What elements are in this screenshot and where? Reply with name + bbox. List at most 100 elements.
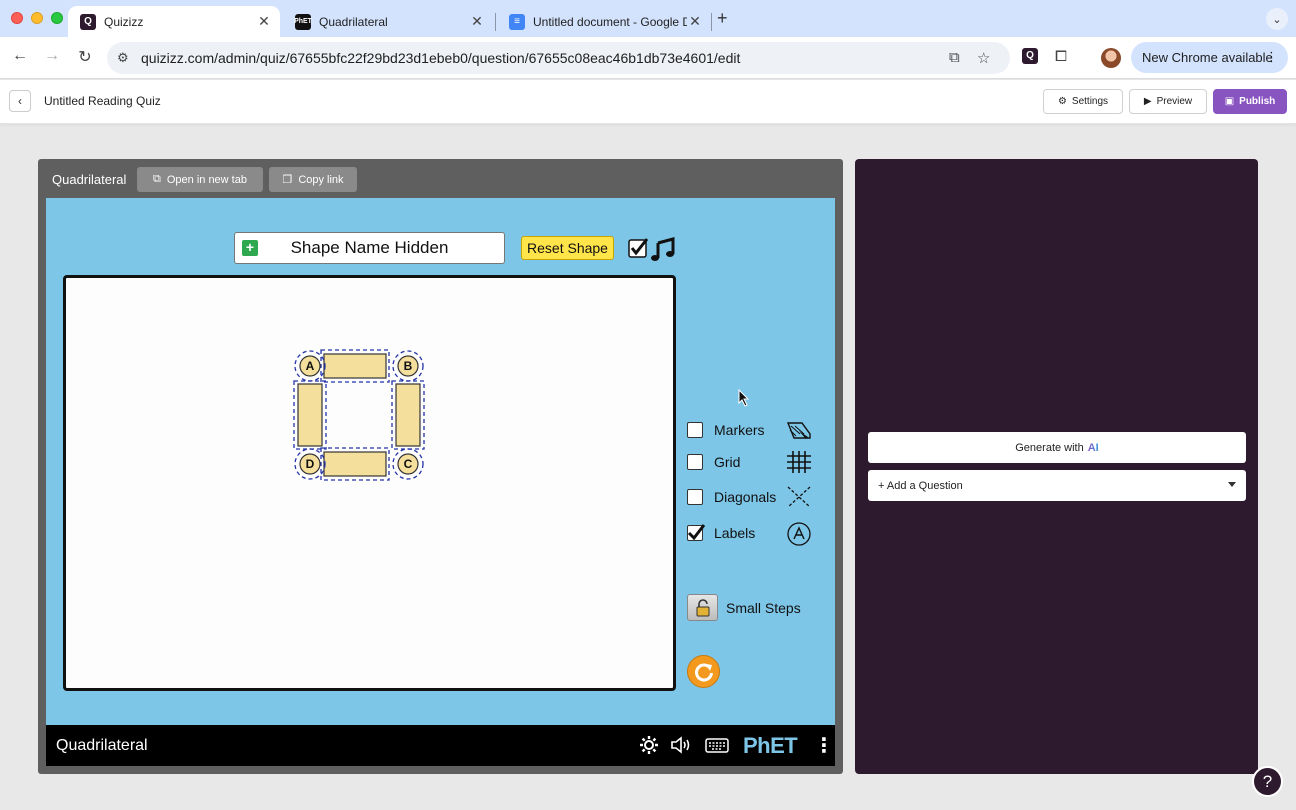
help-button[interactable]: ? — [1252, 766, 1283, 797]
close-icon[interactable]: ✕ — [256, 13, 272, 30]
phet-logo-icon: PhET — [294, 13, 312, 30]
add-question-label: + Add a Question — [878, 479, 963, 492]
new-tab-button[interactable]: + — [717, 8, 728, 29]
vertex-label-d: D — [306, 457, 315, 471]
vertex-label-c: C — [404, 457, 413, 471]
tab-separator — [711, 13, 712, 31]
vertex-d[interactable]: D — [294, 448, 326, 480]
shape-name-toggle[interactable]: + Shape Name Hidden — [234, 232, 505, 264]
tab-title: Quadrilateral — [319, 14, 388, 29]
grid-label: Grid — [714, 454, 741, 470]
phet-logo[interactable]: PhET — [743, 733, 798, 759]
labels-icon — [787, 522, 811, 546]
phet-navbar: Quadrilateral PhET ⋮ — [46, 725, 835, 766]
grid-checkbox[interactable] — [687, 454, 703, 470]
embed-title: Quadrilateral — [52, 172, 127, 187]
settings-label: Settings — [1071, 96, 1109, 107]
ai-icon: AI — [1087, 441, 1099, 454]
side-ad[interactable] — [293, 380, 327, 450]
publish-button[interactable]: ▣ Publish — [1213, 89, 1287, 114]
close-icon[interactable]: ✕ — [469, 13, 485, 30]
quadrilateral-simulation: + Shape Name Hidden Reset Shape A B C D … — [46, 198, 835, 725]
labels-checkbox[interactable] — [687, 524, 705, 541]
phet-logo-text: PhET — [743, 733, 798, 758]
site-settings-icon[interactable]: ⚙ — [117, 50, 129, 66]
close-icon[interactable]: ✕ — [687, 13, 703, 30]
settings-gear-icon[interactable] — [639, 735, 659, 755]
window-maximize-button[interactable] — [51, 12, 63, 24]
browser-tab-strip: Q Quizizz ✕ PhET Quadrilateral ✕ ≡ Untit… — [0, 0, 1296, 37]
window-close-button[interactable] — [11, 12, 23, 24]
caret-down-icon — [1228, 482, 1236, 487]
vertex-label-b: B — [404, 359, 413, 373]
extensions-puzzle-icon[interactable]: ⧠ — [1055, 48, 1067, 65]
quizizz-extension-icon[interactable]: Q — [1022, 48, 1038, 64]
settings-button[interactable]: ⚙ Settings — [1043, 89, 1123, 114]
diagonals-label: Diagonals — [714, 489, 777, 505]
tab-quadrilateral[interactable]: PhET Quadrilateral ✕ — [283, 6, 493, 37]
tab-google-docs[interactable]: ≡ Untitled document - Google D ✕ — [497, 6, 711, 37]
back-button[interactable]: ‹ — [9, 90, 31, 112]
tab-title: Quizizz — [104, 14, 144, 29]
window-minimize-button[interactable] — [31, 12, 43, 24]
open-in-new-tab-button[interactable]: ⧉ Open in new tab — [137, 167, 263, 192]
gear-icon: ⚙ — [1057, 96, 1067, 107]
bookmark-star-icon[interactable]: ☆ — [977, 49, 990, 67]
back-arrow-icon[interactable]: ← — [10, 47, 30, 65]
vertex-b[interactable]: B — [392, 350, 424, 382]
tab-title: Untitled document - Google D — [533, 14, 687, 29]
preview-label: Preview — [1156, 96, 1193, 107]
forward-arrow-icon[interactable]: → — [42, 47, 62, 65]
new-chrome-available-button[interactable]: New Chrome available ⋮ — [1131, 42, 1288, 73]
address-bar[interactable]: ⚙ quizizz.com/admin/quiz/67655bfc22f29bd… — [107, 42, 1010, 74]
diagonals-option[interactable]: Diagonals — [687, 487, 776, 507]
side-bc[interactable] — [391, 380, 425, 450]
embed-panel: Quadrilateral ⧉ Open in new tab ❐ Copy l… — [38, 159, 843, 774]
markers-checkbox[interactable] — [687, 422, 703, 438]
quiz-title[interactable]: Untitled Reading Quiz — [44, 94, 161, 108]
generate-with-ai-button[interactable]: Generate with AI — [868, 432, 1246, 463]
side-ab[interactable] — [320, 349, 390, 383]
more-vert-icon[interactable]: ⋮ — [814, 733, 834, 758]
diagonals-icon — [787, 486, 811, 508]
generate-label: Generate with — [1015, 441, 1084, 454]
chevron-left-icon: ‹ — [18, 94, 22, 108]
sound-toggle[interactable] — [628, 236, 678, 262]
tab-separator — [495, 13, 496, 31]
speaker-icon[interactable] — [670, 735, 694, 755]
small-steps-toggle[interactable]: Small Steps — [687, 594, 801, 621]
publish-label: Publish — [1239, 96, 1276, 107]
vertex-a[interactable]: A — [294, 350, 326, 382]
tab-quizizz[interactable]: Q Quizizz ✕ — [68, 6, 280, 37]
preview-button[interactable]: ▶ Preview — [1129, 89, 1207, 114]
markers-label: Markers — [714, 422, 765, 438]
tab-search-chevron-icon[interactable]: ⌄ — [1266, 8, 1288, 30]
reset-shape-button[interactable]: Reset Shape — [521, 236, 614, 260]
copy-icon: ❐ — [282, 174, 293, 186]
reload-icon[interactable]: ↻ — [75, 47, 95, 67]
profile-avatar[interactable] — [1101, 48, 1121, 68]
save-icon: ▣ — [1224, 96, 1235, 107]
keyboard-icon[interactable] — [705, 735, 729, 755]
markers-icon — [786, 422, 811, 439]
copy-link-label: Copy link — [298, 173, 344, 186]
reset-all-button[interactable] — [687, 655, 720, 688]
shape-name-label: Shape Name Hidden — [290, 238, 449, 257]
vertex-label-a: A — [306, 359, 315, 373]
play-icon: ▶ — [1143, 96, 1152, 107]
labels-option[interactable]: Labels — [687, 523, 755, 543]
vertex-c[interactable]: C — [392, 448, 424, 480]
side-dc[interactable] — [320, 447, 390, 481]
markers-option[interactable]: Markers — [687, 420, 765, 440]
open-in-new-tab-label: Open in new tab — [166, 173, 247, 186]
add-question-dropdown[interactable]: + Add a Question — [868, 470, 1246, 501]
lock-icon[interactable] — [687, 594, 718, 621]
checkmark-icon — [687, 524, 705, 541]
diagonals-checkbox[interactable] — [687, 489, 703, 505]
open-in-app-icon[interactable]: ⧉ — [949, 49, 960, 66]
grid-option[interactable]: Grid — [687, 452, 740, 472]
more-vert-icon[interactable]: ⋮ — [1265, 49, 1278, 65]
copy-link-button[interactable]: ❐ Copy link — [269, 167, 357, 192]
url-text[interactable]: quizizz.com/admin/quiz/67655bfc22f29bd23… — [141, 50, 740, 66]
quadrilateral-shape[interactable]: A B C D — [283, 339, 435, 491]
